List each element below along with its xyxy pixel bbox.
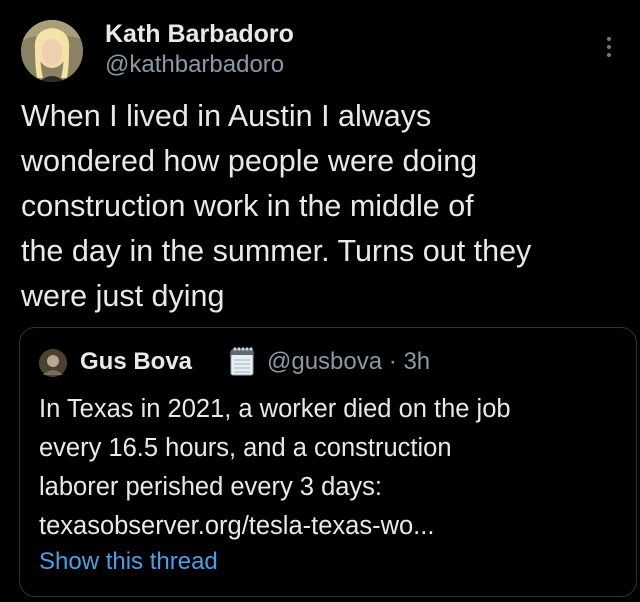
quoted-tweet-meta: @gusbova · 3h (267, 347, 430, 377)
quoted-tweet-time[interactable]: 3h (403, 348, 430, 375)
author-avatar[interactable] (21, 20, 83, 82)
author-info: Kath Barbadoro @kathbarbadoro (105, 19, 294, 81)
quoted-avatar-image-icon (39, 349, 67, 377)
quoted-author-handle[interactable]: @gusbova (267, 348, 382, 375)
meta-separator: · (388, 348, 397, 375)
more-vertical-icon[interactable] (606, 37, 612, 61)
tweet-header: Kath Barbadoro @kathbarbadoro (21, 17, 621, 85)
quoted-author-avatar[interactable] (39, 349, 67, 377)
quoted-author-display-name[interactable]: Gus Bova (80, 347, 192, 377)
show-thread-link[interactable]: Show this thread (39, 547, 218, 577)
spiral-notepad-emoji-icon (229, 346, 255, 376)
quoted-tweet[interactable]: Gus Bova @gusbova · 3h In Texas in 2021,… (19, 327, 637, 597)
avatar-portrait-icon (21, 20, 83, 82)
author-display-name[interactable]: Kath Barbadoro (105, 19, 294, 49)
tweet: Kath Barbadoro @kathbarbadoro When I liv… (0, 0, 640, 602)
quoted-tweet-text: In Texas in 2021, a worker died on the j… (39, 395, 511, 540)
author-handle[interactable]: @kathbarbadoro (105, 49, 294, 81)
quoted-tweet-header: Gus Bova @gusbova · 3h (39, 345, 619, 381)
tweet-text: When I lived in Austin I always wondered… (21, 99, 532, 313)
